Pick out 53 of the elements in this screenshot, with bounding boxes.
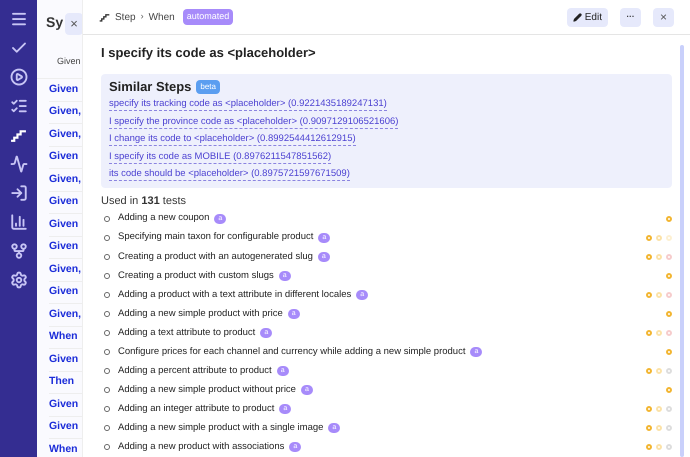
test-name[interactable]: Adding a new simple product without price: [118, 383, 296, 398]
test-name[interactable]: Adding a percent attribute to product: [118, 364, 272, 378]
step-keyword[interactable]: Given: [49, 419, 78, 436]
step-keyword[interactable]: Given: [49, 149, 78, 166]
step-keyword[interactable]: Given: [49, 239, 78, 256]
section-title: Similar Steps: [109, 78, 192, 96]
play-icon[interactable]: [8, 66, 30, 88]
step-title: I specify its code as <placeholder>: [101, 44, 317, 61]
test-name[interactable]: Adding a product with a text attribute in different locales: [118, 288, 352, 302]
panel-title: Sy: [46, 13, 64, 32]
step-keyword[interactable]: Given: [49, 82, 78, 98]
step-keyword[interactable]: Given: [49, 352, 78, 368]
activity-icon[interactable]: [8, 153, 30, 175]
pencil-icon: [572, 12, 582, 22]
status-badge: automated: [182, 9, 234, 25]
test-name[interactable]: Adding a new simple product with a single image: [118, 421, 324, 436]
step-keyword[interactable]: Given,: [49, 126, 82, 143]
close-button[interactable]: ×: [653, 8, 674, 26]
step-keyword[interactable]: Given: [49, 194, 78, 210]
edit-button[interactable]: Edit: [566, 8, 608, 26]
breadcrumb-item[interactable]: When: [148, 10, 175, 24]
step-keyword[interactable]: When: [49, 442, 78, 457]
scrollbar[interactable]: [680, 45, 684, 457]
test-name[interactable]: Specifying main taxon for configurable product: [118, 230, 314, 245]
test-name[interactable]: Configure prices for each channel and currency while adding a new simple product: [118, 344, 466, 360]
test-name[interactable]: Creating a product with custom slugs: [118, 268, 274, 283]
usage-count: Used in 131 tests: [101, 194, 186, 208]
step-keyword[interactable]: Given: [49, 396, 78, 413]
breadcrumb-item[interactable]: Step: [115, 10, 136, 24]
similar-step-link[interactable]: its code should be <placeholder> (0.8975721597671509): [109, 168, 350, 182]
test-name[interactable]: Adding an integer attribute to product: [118, 402, 274, 416]
step-keyword[interactable]: Given,: [49, 306, 82, 323]
column-header: Given: [57, 54, 81, 68]
step-keyword[interactable]: Given,: [49, 172, 82, 188]
step-keyword[interactable]: When: [49, 329, 78, 346]
test-name[interactable]: Adding a new coupon: [118, 211, 210, 226]
beta-badge: beta: [196, 80, 220, 94]
similar-step-link[interactable]: I specify its code as MOBILE (0.8976211547851562): [109, 150, 332, 164]
step-keyword[interactable]: Then: [49, 374, 74, 390]
step-keyword[interactable]: Given: [49, 284, 78, 300]
test-name[interactable]: Adding a new simple product with price: [118, 306, 283, 322]
similar-step-link[interactable]: I specify the province code as <placeholder> (0.9097129106521606): [109, 116, 398, 129]
breadcrumb-separator: ›: [140, 10, 144, 24]
step-keyword[interactable]: Given,: [49, 104, 82, 120]
similar-step-link[interactable]: specify its tracking code as <placeholder> (0.9221435189247131): [109, 98, 387, 112]
test-name[interactable]: Creating a product with an autogenerated slug: [118, 250, 313, 264]
test-name[interactable]: Adding a text attribute to product: [118, 326, 256, 340]
test-name[interactable]: Adding a new product with associations: [118, 440, 284, 455]
close-button[interactable]: ×: [65, 13, 82, 35]
step-keyword[interactable]: Given,: [49, 262, 82, 278]
more-button[interactable]: ···: [620, 8, 641, 26]
step-keyword[interactable]: Given: [49, 216, 78, 233]
similar-step-link[interactable]: I change its code to <placeholder> (0.8992544412612915): [109, 133, 356, 146]
